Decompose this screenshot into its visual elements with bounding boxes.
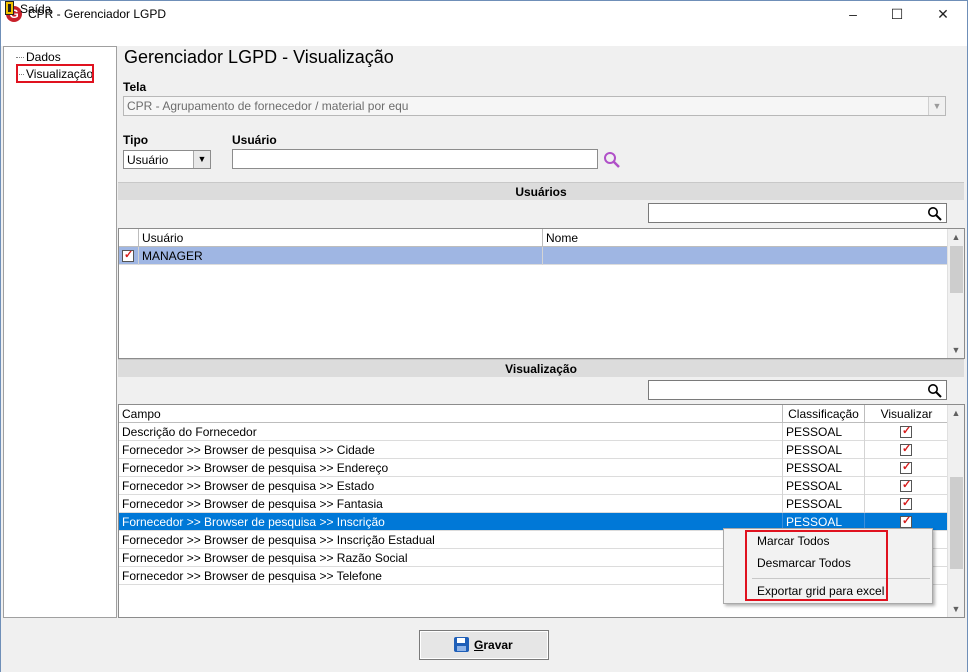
- search-icon[interactable]: [927, 383, 942, 398]
- checkbox[interactable]: [900, 514, 912, 528]
- context-menu-highlight: [745, 530, 888, 601]
- visualizacao-section-header: Visualização: [118, 359, 964, 377]
- maximize-button[interactable]: ☐: [874, 0, 920, 29]
- usuarios-grid: Usuário Nome MANAGER ▲ ▼: [118, 228, 965, 359]
- exit-door-icon[interactable]: [5, 1, 14, 15]
- cell-classificacao: PESSOAL: [783, 495, 865, 513]
- table-row[interactable]: Fornecedor >> Browser de pesquisa >> Cid…: [119, 441, 948, 459]
- visualizacao-search-input[interactable]: [648, 380, 947, 400]
- table-row[interactable]: Fornecedor >> Browser de pesquisa >> End…: [119, 459, 948, 477]
- cell-campo: Descrição do Fornecedor: [119, 423, 783, 441]
- scroll-down-icon[interactable]: ▼: [948, 342, 964, 358]
- scroll-thumb[interactable]: [950, 246, 963, 293]
- page-title: Gerenciador LGPD - Visualização: [124, 47, 394, 67]
- cell-visualizar[interactable]: [865, 495, 948, 513]
- menu-exit[interactable]: Saída: [20, 2, 51, 16]
- vertical-scrollbar[interactable]: ▲ ▼: [947, 229, 964, 358]
- floppy-disk-icon: [454, 637, 469, 652]
- cell-campo: Fornecedor >> Browser de pesquisa >> Raz…: [119, 549, 783, 567]
- checkbox[interactable]: [900, 442, 912, 456]
- scroll-down-icon[interactable]: ▼: [948, 601, 964, 617]
- tela-select[interactable]: CPR - Agrupamento de fornecedor / materi…: [123, 96, 946, 116]
- table-row[interactable]: Fornecedor >> Browser de pesquisa >> Est…: [119, 477, 948, 495]
- tela-label: Tela: [123, 80, 147, 94]
- grid-header-classificacao[interactable]: Classificação: [783, 405, 865, 423]
- grid-header-campo[interactable]: Campo: [119, 405, 783, 423]
- cell-campo: Fornecedor >> Browser de pesquisa >> Fan…: [119, 495, 783, 513]
- cell-visualizar[interactable]: [865, 423, 948, 441]
- checkbox[interactable]: [122, 248, 134, 262]
- scroll-up-icon[interactable]: ▲: [948, 229, 964, 245]
- cell-classificacao: PESSOAL: [783, 441, 865, 459]
- menu-bar: [0, 29, 968, 46]
- chevron-down-icon[interactable]: ▼: [193, 151, 210, 168]
- cell-campo: Fornecedor >> Browser de pesquisa >> Est…: [119, 477, 783, 495]
- cell-visualizar[interactable]: [865, 477, 948, 495]
- navigation-tree: Dados Visualização: [3, 46, 117, 618]
- table-row[interactable]: Fornecedor >> Browser de pesquisa >> Fan…: [119, 495, 948, 513]
- tree-connector: [16, 57, 24, 58]
- scroll-thumb[interactable]: [950, 477, 963, 569]
- cell-visualizar[interactable]: [865, 441, 948, 459]
- grid-header-visualizar[interactable]: Visualizar: [865, 405, 949, 423]
- checkbox[interactable]: [900, 496, 912, 510]
- search-icon[interactable]: [927, 206, 942, 221]
- tipo-label: Tipo: [123, 133, 149, 147]
- usuario-input[interactable]: [232, 149, 598, 169]
- cell-campo: Fornecedor >> Browser de pesquisa >> Ins…: [119, 513, 783, 531]
- table-row[interactable]: MANAGER: [119, 247, 948, 265]
- cell-campo: Fornecedor >> Browser de pesquisa >> Ins…: [119, 531, 783, 549]
- tree-selection-highlight: [16, 64, 94, 83]
- save-button-label: Gravar: [474, 638, 513, 652]
- minimize-button[interactable]: –: [830, 0, 876, 29]
- usuarios-section-header: Usuários: [118, 182, 964, 200]
- grid-header-usuario[interactable]: Usuário: [139, 229, 543, 247]
- close-button[interactable]: ✕: [920, 0, 966, 29]
- scroll-up-icon[interactable]: ▲: [948, 405, 964, 421]
- cell-campo: Fornecedor >> Browser de pesquisa >> End…: [119, 459, 783, 477]
- cell-classificacao: PESSOAL: [783, 459, 865, 477]
- usuario-label: Usuário: [232, 133, 277, 147]
- table-row[interactable]: Descrição do Fornecedor PESSOAL: [119, 423, 948, 441]
- cell-classificacao: PESSOAL: [783, 477, 865, 495]
- cell-classificacao: PESSOAL: [783, 423, 865, 441]
- cell-nome: [543, 247, 948, 265]
- cell-campo: Fornecedor >> Browser de pesquisa >> Tel…: [119, 567, 783, 585]
- checkbox[interactable]: [900, 460, 912, 474]
- search-icon[interactable]: [602, 151, 622, 169]
- row-checkbox-cell[interactable]: [119, 247, 139, 265]
- usuarios-search-input[interactable]: [648, 203, 947, 223]
- grid-header-check: [119, 229, 139, 247]
- save-label-rest: ravar: [483, 638, 513, 652]
- cell-usuario: MANAGER: [139, 247, 543, 265]
- save-mnemonic: G: [474, 638, 484, 652]
- window-border-left: [0, 46, 1, 672]
- tree-item-dados[interactable]: Dados: [26, 50, 61, 64]
- checkbox[interactable]: [900, 424, 912, 438]
- vertical-scrollbar[interactable]: ▲ ▼: [947, 405, 964, 617]
- cell-visualizar[interactable]: [865, 459, 948, 477]
- cell-campo: Fornecedor >> Browser de pesquisa >> Cid…: [119, 441, 783, 459]
- chevron-down-icon[interactable]: ▼: [928, 97, 945, 115]
- checkbox[interactable]: [900, 478, 912, 492]
- grid-header-nome[interactable]: Nome: [543, 229, 949, 247]
